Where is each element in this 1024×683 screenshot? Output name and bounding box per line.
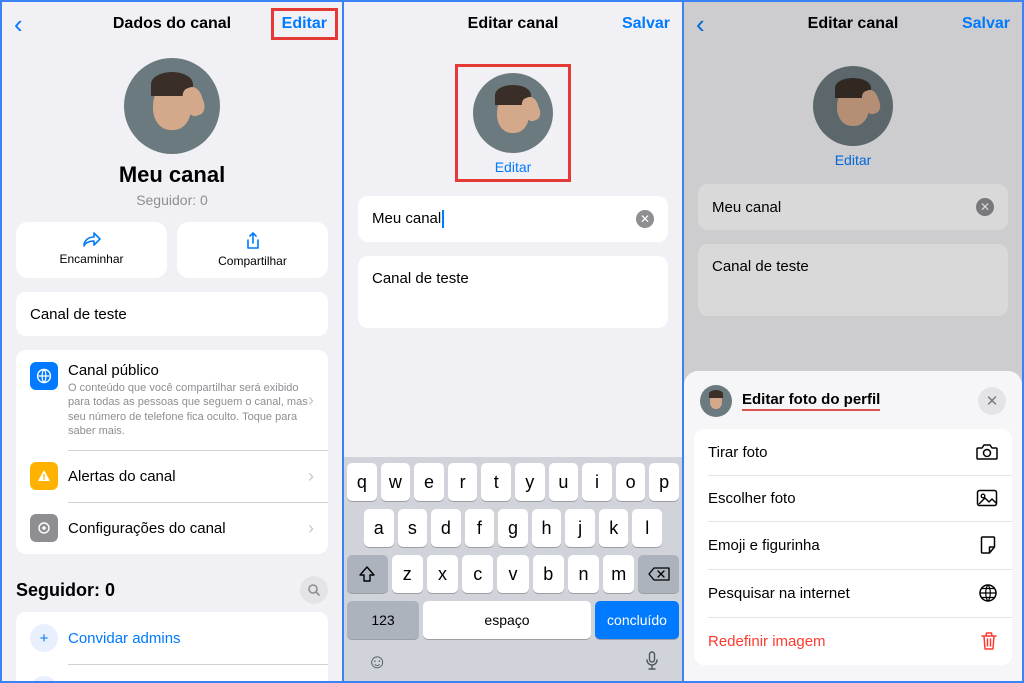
edit-button[interactable]: Editar: [271, 8, 338, 40]
edit-photo-button[interactable]: Editar: [458, 159, 568, 175]
panel-edit-channel: Editar canal Salvar Editar Meu canal ✕ C…: [342, 2, 682, 681]
action-sheet: Editar foto do perfil ✕ Tirar foto Escol…: [684, 371, 1022, 681]
followers-header: Seguidor: 0: [2, 568, 342, 612]
settings-card: Canal público O conteúdo que você compar…: [16, 350, 328, 554]
numbers-key[interactable]: 123: [347, 601, 419, 639]
forward-button[interactable]: Encaminhar: [16, 222, 167, 278]
save-button[interactable]: Salvar: [622, 15, 670, 33]
panel-edit-photo-sheet: ‹ Editar canal Salvar Editar Meu canal ✕…: [682, 2, 1022, 681]
gear-icon: [30, 514, 58, 542]
search-icon[interactable]: [300, 576, 328, 604]
camera-icon: [976, 443, 998, 461]
key-p[interactable]: p: [649, 463, 679, 501]
globe-icon: [978, 583, 998, 603]
avatar-icon: [700, 385, 732, 417]
key-y[interactable]: y: [515, 463, 545, 501]
description-input[interactable]: Canal de teste: [358, 256, 668, 328]
key-c[interactable]: c: [462, 555, 493, 593]
channel-description: Canal de teste: [30, 306, 314, 323]
globe-icon: [30, 362, 58, 390]
key-n[interactable]: n: [568, 555, 599, 593]
header: Editar canal Salvar: [344, 2, 682, 46]
key-w[interactable]: w: [381, 463, 411, 501]
done-key[interactable]: concluído: [595, 601, 679, 639]
key-e[interactable]: e: [414, 463, 444, 501]
back-button[interactable]: ‹: [14, 9, 23, 40]
key-m[interactable]: m: [603, 555, 634, 593]
chevron-right-icon: ›: [308, 518, 314, 539]
name-input[interactable]: Meu canal ✕: [358, 196, 668, 242]
key-h[interactable]: h: [532, 509, 562, 547]
channel-link-row[interactable]: Link do canal: [16, 664, 328, 681]
key-b[interactable]: b: [533, 555, 564, 593]
key-i[interactable]: i: [582, 463, 612, 501]
channel-alerts-row[interactable]: Alertas do canal ›: [16, 450, 328, 502]
channel-settings-row[interactable]: Configurações do canal ›: [16, 502, 328, 554]
key-v[interactable]: v: [497, 555, 528, 593]
key-o[interactable]: o: [616, 463, 646, 501]
sheet-title: Editar foto do perfil: [742, 391, 880, 411]
key-q[interactable]: q: [347, 463, 377, 501]
key-t[interactable]: t: [481, 463, 511, 501]
edit-photo-highlight: Editar: [455, 64, 571, 182]
alert-icon: [30, 462, 58, 490]
link-icon: [30, 676, 58, 681]
key-d[interactable]: d: [431, 509, 461, 547]
emoji-key[interactable]: ☺: [367, 651, 387, 674]
share-icon: [177, 232, 328, 250]
keyboard: qwertyuiop asdfghjkl zxcvbnm 123 espaço …: [344, 457, 682, 681]
choose-photo-row[interactable]: Escolher foto: [694, 475, 1012, 521]
sticker-icon: [978, 535, 998, 555]
image-icon: [976, 489, 998, 507]
description-card: Canal de teste: [16, 292, 328, 336]
key-k[interactable]: k: [599, 509, 629, 547]
reset-image-row[interactable]: Redefinir imagem: [694, 617, 1012, 665]
key-u[interactable]: u: [549, 463, 579, 501]
chevron-right-icon: ›: [308, 466, 314, 487]
emoji-sticker-row[interactable]: Emoji e figurinha: [694, 521, 1012, 569]
take-photo-row[interactable]: Tirar foto: [694, 429, 1012, 475]
key-x[interactable]: x: [427, 555, 458, 593]
followers-count: Seguidor: 0: [2, 192, 342, 208]
search-web-row[interactable]: Pesquisar na internet: [694, 569, 1012, 617]
key-a[interactable]: a: [364, 509, 394, 547]
save-button[interactable]: Salvar: [962, 15, 1010, 33]
close-icon[interactable]: ✕: [978, 387, 1006, 415]
key-g[interactable]: g: [498, 509, 528, 547]
forward-icon: [16, 232, 167, 248]
space-key[interactable]: espaço: [423, 601, 591, 639]
header: ‹ Dados do canal Editar: [2, 2, 342, 46]
plus-icon: +: [30, 624, 58, 652]
panel-channel-info: ‹ Dados do canal Editar Meu canal Seguid…: [2, 2, 342, 681]
mic-key[interactable]: [645, 651, 659, 674]
shift-key[interactable]: [347, 555, 388, 593]
key-r[interactable]: r: [448, 463, 478, 501]
channel-name: Meu canal: [2, 162, 342, 188]
text-cursor: [442, 210, 444, 228]
chevron-right-icon: ›: [308, 390, 314, 411]
key-s[interactable]: s: [398, 509, 428, 547]
admins-card: + Convidar admins Link do canal Você: [16, 612, 328, 681]
key-l[interactable]: l: [632, 509, 662, 547]
public-channel-row[interactable]: Canal público O conteúdo que você compar…: [16, 350, 328, 450]
invite-admins-row[interactable]: + Convidar admins: [16, 612, 328, 664]
trash-icon: [980, 631, 998, 651]
key-j[interactable]: j: [565, 509, 595, 547]
key-f[interactable]: f: [465, 509, 495, 547]
channel-avatar[interactable]: [124, 58, 220, 154]
backspace-key[interactable]: [638, 555, 679, 593]
channel-avatar[interactable]: [473, 73, 553, 153]
key-z[interactable]: z: [392, 555, 423, 593]
clear-icon[interactable]: ✕: [636, 210, 654, 228]
share-button[interactable]: Compartilhar: [177, 222, 328, 278]
